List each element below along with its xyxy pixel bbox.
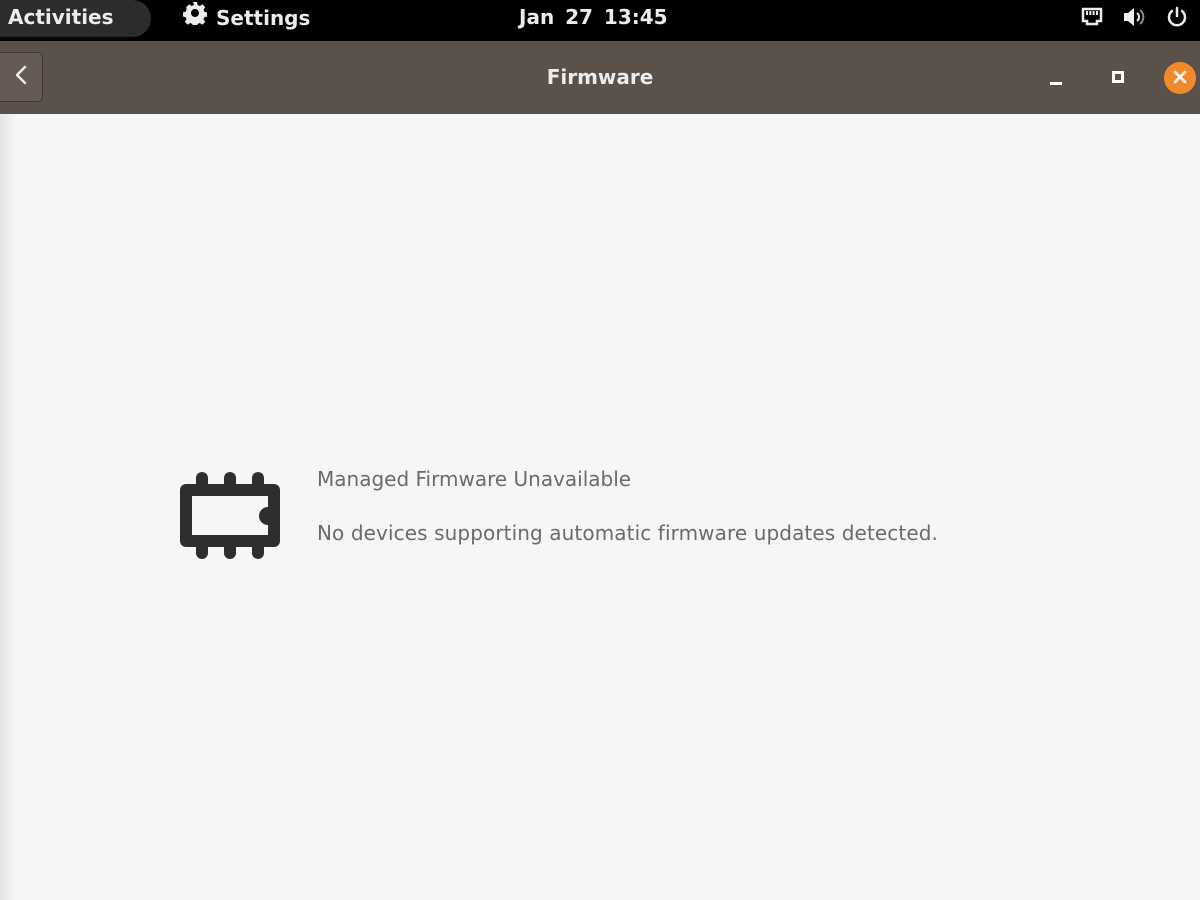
power-icon[interactable] (1166, 6, 1188, 28)
close-icon (1173, 69, 1187, 88)
edge-shadow (0, 114, 16, 900)
app-name: Settings (216, 6, 311, 30)
network-wired-icon[interactable] (1080, 6, 1104, 28)
maximize-icon (1112, 68, 1124, 87)
gear-icon (182, 1, 208, 36)
empty-state-description: No devices supporting automatic firmware… (317, 521, 938, 545)
chevron-left-icon (13, 63, 29, 91)
header-bar: Firmware (0, 41, 1200, 114)
app-menu[interactable]: Settings (182, 0, 311, 37)
minimize-icon (1049, 70, 1063, 89)
maximize-button[interactable] (1102, 61, 1134, 93)
content-area: Managed Firmware Unavailable No devices … (0, 114, 1200, 900)
volume-icon[interactable] (1122, 6, 1148, 28)
system-tray[interactable] (1080, 6, 1188, 28)
clock[interactable]: Jan 27 13:45 (519, 0, 668, 37)
close-button[interactable] (1164, 62, 1196, 94)
empty-state-title: Managed Firmware Unavailable (317, 467, 632, 491)
minimize-button[interactable] (1040, 63, 1072, 95)
top-bar: Activities Settings Jan 27 13:45 (0, 0, 1200, 41)
back-button[interactable] (0, 52, 43, 102)
window-title: Firmware (546, 65, 654, 89)
activities-button[interactable]: Activities (0, 0, 151, 37)
chip-icon (180, 472, 280, 563)
